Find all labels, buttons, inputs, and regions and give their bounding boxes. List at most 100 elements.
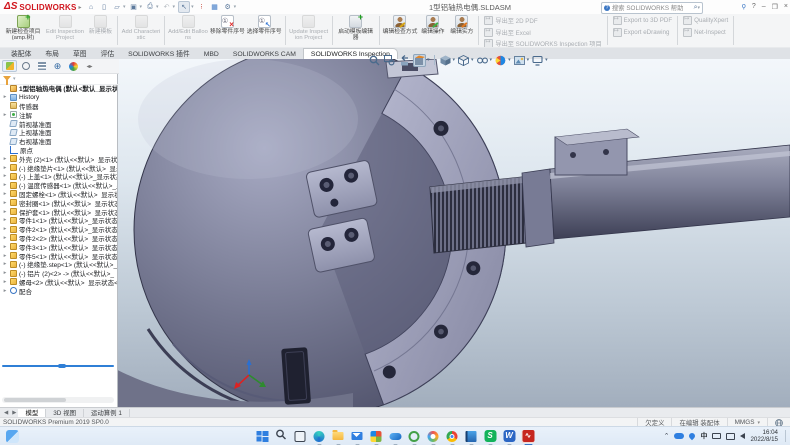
scene-caret-icon[interactable]: ▾ bbox=[527, 57, 530, 63]
store-icon[interactable] bbox=[370, 430, 383, 443]
save-icon[interactable]: ▣ bbox=[129, 2, 139, 12]
scrollbar-thumb[interactable] bbox=[4, 398, 66, 402]
zoom-to-area-icon[interactable] bbox=[383, 54, 396, 67]
explorer-icon[interactable] bbox=[332, 430, 345, 443]
home-icon[interactable]: ⌂ bbox=[86, 2, 96, 12]
expand-arrow-icon[interactable]: ▸ bbox=[2, 226, 8, 232]
solidworks-icon[interactable]: ∿ bbox=[522, 430, 535, 443]
print-caret-icon[interactable]: ▾ bbox=[156, 4, 159, 10]
expand-arrow-icon[interactable]: ▸ bbox=[2, 200, 8, 206]
mail-icon[interactable] bbox=[351, 430, 364, 443]
display-settings-icon[interactable]: ▦ bbox=[210, 2, 220, 12]
edit-appearance-icon[interactable] bbox=[494, 54, 507, 67]
tree-item[interactable]: ▸(-) 绝缘垫片<1> (默认<<默认>_显示 bbox=[0, 163, 117, 172]
start-icon[interactable] bbox=[256, 430, 269, 443]
tree-item[interactable]: 传感器 bbox=[0, 102, 117, 111]
tab-dimxpert-manager[interactable]: ⊕ bbox=[50, 60, 65, 72]
ribbon-button-edit-inspection-methods[interactable]: 编辑检查方式 bbox=[382, 14, 419, 47]
options-caret-icon[interactable]: ▾ bbox=[234, 4, 237, 10]
tree-item[interactable]: 前视基准面 bbox=[0, 119, 117, 128]
tree-item[interactable]: ▸History bbox=[0, 93, 117, 102]
tab-display-manager[interactable] bbox=[66, 60, 81, 72]
ribbon-button-select-balloons[interactable]: 选择零件序号 bbox=[246, 14, 283, 47]
expand-arrow-icon[interactable]: ▸ bbox=[2, 209, 8, 215]
select-caret-icon[interactable]: ▾ bbox=[191, 4, 194, 10]
tree-item[interactable]: ▸固定螺栓<1> (默认<<默认>_显示状 bbox=[0, 190, 117, 199]
show-desktop-strip[interactable] bbox=[785, 430, 786, 442]
tab-configuration-manager[interactable] bbox=[34, 60, 49, 72]
expand-arrow-icon[interactable]: ▸ bbox=[2, 235, 8, 241]
edge-icon[interactable] bbox=[313, 430, 326, 443]
section-view-icon[interactable] bbox=[413, 54, 426, 67]
ime-indicator[interactable]: 中 bbox=[700, 431, 707, 441]
options-gear-icon[interactable]: ⚙ bbox=[223, 2, 233, 12]
display-style-caret-icon[interactable]: ▾ bbox=[471, 57, 474, 63]
tree-item[interactable]: 右视基准面 bbox=[0, 137, 117, 146]
tab-featuremanager-tree[interactable] bbox=[2, 60, 17, 72]
expand-arrow-icon[interactable]: ▸ bbox=[2, 173, 8, 179]
expand-arrow-icon[interactable]: ▸ bbox=[2, 270, 8, 276]
taskview-icon[interactable] bbox=[294, 430, 307, 443]
reader-icon[interactable] bbox=[465, 430, 478, 443]
open-icon[interactable]: ▱ bbox=[112, 2, 122, 12]
expand-arrow-icon[interactable]: ▸ bbox=[2, 112, 8, 118]
tree-item[interactable]: ▸(-) 绝缘垫.step<1> (默认<<默认>_ bbox=[0, 260, 117, 269]
tree-item[interactable]: ▸零件3<1> (默认<<默认>_显示状态< bbox=[0, 242, 117, 251]
expand-arrow-icon[interactable]: ▸ bbox=[2, 288, 8, 294]
assembly-3d-model[interactable] bbox=[118, 59, 790, 407]
cast-display-icon[interactable] bbox=[726, 433, 735, 440]
location-pin-icon[interactable] bbox=[688, 432, 696, 440]
tree-item[interactable]: ▸零件2<2> (默认<<默认>_显示状态< bbox=[0, 234, 117, 243]
tab-property-manager[interactable] bbox=[18, 60, 33, 72]
expand-arrow-icon[interactable]: ▸ bbox=[2, 191, 8, 197]
expand-arrow-icon[interactable]: ▸ bbox=[2, 261, 8, 267]
save-caret-icon[interactable]: ▾ bbox=[140, 4, 143, 10]
tree-item[interactable]: ▸密封圈<1> (默认<<默认>_显示状态 bbox=[0, 198, 117, 207]
tree-item[interactable]: ▸(-) 温度传感器<1> (默认<<默认>_显 bbox=[0, 181, 117, 190]
login-person-icon[interactable]: ϙ bbox=[742, 3, 746, 10]
tree-item[interactable]: ▸(-) 上盖<1> (默认<<默认>_显示状态 bbox=[0, 172, 117, 181]
tree-item[interactable]: 原点 bbox=[0, 146, 117, 155]
tab-scroll-right-icon[interactable]: ▶ bbox=[10, 410, 18, 416]
widgets-icon[interactable] bbox=[6, 430, 19, 443]
units-caret-icon[interactable]: ▾ bbox=[757, 420, 760, 426]
expand-arrow-icon[interactable]: ▸ bbox=[2, 253, 8, 259]
print-icon[interactable]: ⎙ bbox=[145, 2, 155, 12]
tree-item[interactable]: ▸零件1<1> (默认<<默认>_显示状态< bbox=[0, 216, 117, 225]
qgreen-icon[interactable] bbox=[408, 430, 421, 443]
tray-overflow-chevron-icon[interactable]: ⌃ bbox=[664, 432, 670, 440]
view-settings-caret-icon[interactable]: ▾ bbox=[545, 57, 548, 63]
expand-arrow-icon[interactable]: ▸ bbox=[2, 182, 8, 188]
logo-flyout-icon[interactable]: ▸ bbox=[79, 4, 82, 11]
expand-arrow-icon[interactable]: ▸ bbox=[2, 244, 8, 250]
tree-item[interactable]: ▸注解 bbox=[0, 110, 117, 119]
undo-caret-icon[interactable]: ▾ bbox=[173, 4, 176, 10]
wps-icon[interactable]: S bbox=[484, 430, 497, 443]
zoom-to-fit-icon[interactable] bbox=[368, 54, 381, 67]
ribbon-button-new-inspection-project[interactable]: 新建检查项目 (amp.树) bbox=[2, 14, 44, 47]
tab-scroll-left-icon[interactable]: ◀ bbox=[2, 410, 10, 416]
expand-arrow-icon[interactable]: ▸ bbox=[2, 94, 8, 100]
touch-keyboard-icon[interactable] bbox=[712, 433, 721, 439]
panel-tab-scroll-arrows[interactable]: ◂▸ bbox=[82, 60, 97, 72]
onedrive-tray-icon[interactable] bbox=[674, 433, 684, 439]
new-document-icon[interactable]: ▯ bbox=[99, 2, 109, 12]
rebuild-traffic-icon[interactable]: ⁝ bbox=[197, 2, 207, 12]
ribbon-button-launch-template-editor[interactable]: 启动模板编辑器 bbox=[335, 14, 377, 47]
word-icon[interactable]: W bbox=[503, 430, 516, 443]
select-arrow-icon[interactable]: ↖ bbox=[178, 1, 190, 13]
filter-caret-icon[interactable]: ▾ bbox=[13, 76, 16, 82]
tree-item[interactable]: 1型铝轴热电偶 (默认<默认_显示状态-1> bbox=[0, 84, 117, 93]
tree-item[interactable]: ▸(-) 铝片 (2)<2> -> (默认<<默认>_ bbox=[0, 269, 117, 278]
ribbon-button-remove-balloons[interactable]: 移除零件序号 bbox=[209, 14, 246, 47]
expand-arrow-icon[interactable]: ▸ bbox=[2, 165, 8, 171]
display-style-icon[interactable] bbox=[457, 54, 470, 67]
search-caret-icon[interactable]: ▾ bbox=[697, 5, 700, 11]
help-search-box[interactable]: ? 搜索 SOLIDWORKS 帮助 ⌕▾ bbox=[601, 2, 703, 14]
onedrive-icon[interactable] bbox=[389, 430, 402, 443]
volume-icon[interactable] bbox=[740, 433, 745, 439]
search-icon[interactable] bbox=[275, 430, 288, 443]
taskbar-clock[interactable]: 16:04 2022/8/15 bbox=[750, 429, 778, 443]
view-orientation-icon[interactable] bbox=[439, 54, 452, 67]
expand-arrow-icon[interactable]: ▸ bbox=[2, 279, 8, 285]
